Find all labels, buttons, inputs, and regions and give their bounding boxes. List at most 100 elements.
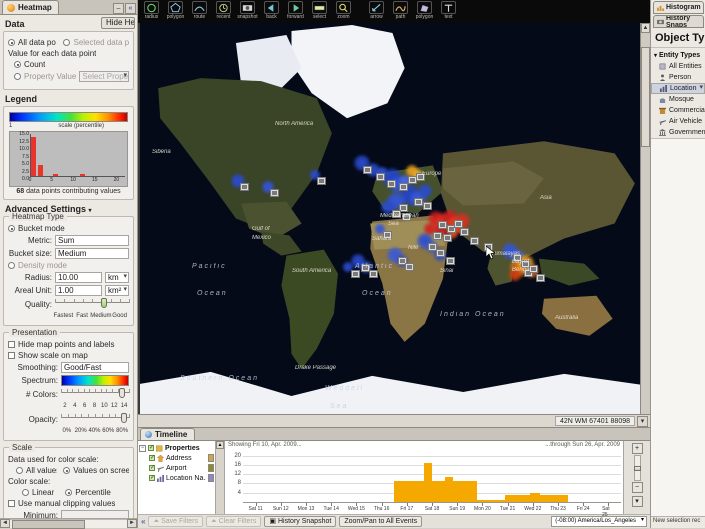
address-checkbox[interactable]	[149, 454, 155, 461]
map-pin[interactable]	[423, 202, 432, 210]
radio-all-values[interactable]	[16, 467, 23, 474]
airport-color-swatch[interactable]	[208, 464, 214, 472]
map-pin[interactable]	[460, 228, 469, 236]
map-pin[interactable]	[536, 274, 545, 282]
checkbox-show-scale[interactable]	[8, 352, 15, 359]
entity-item-person[interactable]: Person	[651, 72, 705, 83]
radio-values-on-screen[interactable]	[63, 467, 71, 474]
radio-property-value[interactable]	[14, 73, 21, 80]
entity-item-commercial[interactable]: Commercial	[651, 105, 705, 116]
map-pin[interactable]	[387, 180, 396, 188]
map-pin[interactable]	[405, 263, 414, 271]
radio-bucket-mode[interactable]	[8, 225, 15, 232]
map-pin[interactable]	[470, 237, 479, 245]
status-expand-icon[interactable]: ▾	[637, 415, 648, 427]
map-vertical-scrollbar[interactable]: ▲	[640, 23, 650, 414]
toolbar-button-snapshot-4[interactable]: snapshot	[236, 0, 259, 20]
map-pin[interactable]	[351, 270, 360, 278]
hide-heatmap-button[interactable]: Hide He...	[101, 17, 135, 29]
colors-slider[interactable]	[61, 388, 130, 401]
map-pin[interactable]	[436, 249, 445, 257]
radius-input[interactable]: 10.00	[55, 272, 102, 283]
timeline-scroll-up-icon[interactable]: ▲	[216, 441, 224, 449]
map-pin[interactable]	[443, 234, 452, 242]
property-type-select[interactable]: Select Property Type	[79, 71, 129, 82]
toolbar-button-route-2[interactable]: route	[188, 0, 211, 20]
toolbar-button-path-10[interactable]: path	[389, 0, 412, 20]
save-filters-button[interactable]: ⏶ Save Filters	[148, 516, 204, 527]
entity-types-header[interactable]: ▾ Entity Types	[651, 48, 705, 61]
scrollbar-track[interactable]	[10, 519, 127, 529]
location-checkbox[interactable]	[149, 474, 155, 481]
bucket-size-value[interactable]: Medium	[55, 248, 129, 259]
timeline-zoom-slider[interactable]	[633, 455, 641, 481]
collapse-panel-icon[interactable]: «	[141, 517, 145, 526]
map-pin[interactable]	[399, 183, 408, 191]
toolbar-button-zoom-8[interactable]: zoom	[332, 0, 355, 20]
checkbox-manual-clipping[interactable]	[8, 500, 15, 507]
toolbar-button-select-7[interactable]: select	[308, 0, 331, 20]
left-panel-horizontal-scrollbar[interactable]: ◄ ►	[0, 518, 137, 529]
areal-unit-select[interactable]: km²	[105, 285, 129, 296]
map-pin[interactable]	[376, 173, 385, 181]
tab-heatmap[interactable]: Heatmap	[2, 0, 59, 14]
opacity-slider[interactable]	[61, 413, 130, 426]
quality-slider-thumb[interactable]	[100, 298, 107, 308]
map-pin[interactable]	[240, 183, 249, 191]
checkbox-hide-map-points[interactable]	[8, 341, 15, 348]
tree-item-airport[interactable]: Airport	[139, 463, 214, 473]
airport-checkbox[interactable]	[149, 464, 155, 471]
toolbar-button-polygon-1[interactable]: polygon	[164, 0, 187, 20]
tab-histogram[interactable]: Histogram	[653, 1, 704, 14]
history-snapshot-button[interactable]: ▣ History Snapshot	[264, 516, 337, 527]
metric-value[interactable]: Sum	[55, 235, 129, 246]
map-pin[interactable]	[317, 177, 326, 185]
collapse-chevrons-icon[interactable]: «	[125, 3, 136, 14]
opacity-slider-thumb[interactable]	[120, 413, 127, 423]
map-pin[interactable]	[270, 189, 279, 197]
map-pin[interactable]	[414, 198, 423, 206]
world-map[interactable]: Pacific Ocean Atlantic Ocean Indian Ocean Sou…	[138, 23, 650, 414]
toolbar-button-text-12[interactable]: text	[437, 0, 460, 20]
timeline-zoom-in-button[interactable]: +	[631, 443, 643, 454]
radio-all-data-points[interactable]	[8, 39, 15, 46]
entity-item-air-vehicle[interactable]: Air Vehicle	[651, 116, 705, 127]
minimize-button[interactable]: –	[113, 3, 124, 14]
colors-slider-thumb[interactable]	[119, 388, 126, 398]
radio-selected-data-points[interactable]	[63, 39, 71, 46]
radio-count[interactable]	[14, 61, 21, 68]
toolbar-button-arrow-9[interactable]: arrow	[365, 0, 388, 20]
toolbar-button-polygon-11[interactable]: polygon	[413, 0, 436, 20]
scroll-left-arrow-icon[interactable]: ◄	[0, 519, 10, 528]
timeline-zoom-thumb[interactable]	[633, 466, 641, 471]
quality-slider[interactable]	[55, 298, 130, 311]
entity-item-government[interactable]: Government	[651, 127, 705, 138]
radius-unit-select[interactable]: km	[105, 272, 129, 283]
entity-item-mosque[interactable]: Mosque	[651, 94, 705, 105]
toolbar-button-forward-6[interactable]: forward	[284, 0, 307, 20]
chevron-down-icon[interactable]: ▾	[654, 52, 657, 59]
tree-root-row[interactable]: − Properties	[139, 443, 214, 453]
root-checkbox[interactable]	[148, 444, 154, 451]
timezone-select[interactable]: (-08:00) America/Los_Angeles	[551, 516, 647, 527]
tab-history-snapshot[interactable]: History Snaps	[653, 15, 704, 28]
toolbar-button-back-5[interactable]: back	[260, 0, 283, 20]
chevron-down-icon[interactable]: ▾	[89, 208, 92, 214]
spectrum-picker[interactable]	[61, 375, 129, 386]
areal-unit-input[interactable]: 1.00	[55, 285, 102, 296]
map-pin[interactable]	[438, 221, 447, 229]
tab-timeline[interactable]: Timeline	[140, 428, 196, 440]
timeline-options-icon[interactable]: ▾	[631, 496, 643, 507]
map-scroll-up-icon[interactable]: ▲	[641, 23, 650, 33]
toolbar-button-radius-0[interactable]: radius	[140, 0, 163, 20]
map-pin[interactable]	[363, 166, 372, 174]
toolbar-button-recent-3[interactable]: recent	[212, 0, 235, 20]
radio-linear[interactable]	[22, 489, 29, 496]
entity-item-location[interactable]: Location	[651, 83, 705, 94]
scroll-right-arrow-icon[interactable]: ►	[127, 519, 137, 528]
clear-filters-button[interactable]: ⏶ Clear Filters	[206, 516, 262, 527]
map-pin[interactable]	[454, 220, 463, 228]
smoothing-value[interactable]: Good/Fast	[61, 362, 129, 373]
entity-item-all-entities[interactable]: All Entities	[651, 61, 705, 72]
map-pin[interactable]	[433, 232, 442, 240]
